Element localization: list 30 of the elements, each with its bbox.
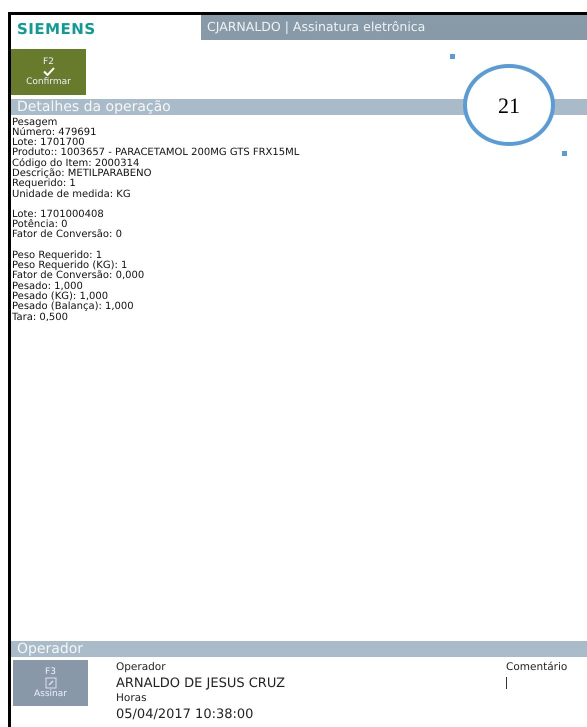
detail-line: Requerido: 1 <box>11 179 76 190</box>
field-value: ARNALDO DE JESUS CRUZ <box>116 676 286 691</box>
confirm-button[interactable]: F2 Confirmar <box>11 48 86 94</box>
detail-line: Código do Item: 2000314 <box>11 158 140 169</box>
detail-line: Descrição: METILPARABENO <box>11 168 152 179</box>
detail-line: Produto:: 1003657 - PARACETAMOL 200MG GTS FRX15ML <box>11 148 300 158</box>
checkmark-icon <box>42 66 54 76</box>
field-value: 05/04/2017 10:38:00 <box>116 706 254 722</box>
detail-line: Número: 479691 <box>11 128 98 138</box>
field-label: Horas <box>116 690 148 706</box>
detail-line: Peso Requerido (KG): 1 <box>11 261 128 272</box>
detail-line: Lote: 1701000408 <box>11 210 105 220</box>
detail-line: Peso Requerido: 1 <box>11 250 102 261</box>
detail-line: Potência: 0 <box>11 220 68 230</box>
sign-button[interactable]: F3 Assinar <box>13 660 88 706</box>
sign-icon <box>44 677 56 689</box>
detail-line: Pesado (KG): 1,000 <box>11 292 108 302</box>
field-label: Comentário <box>506 660 568 675</box>
window-title: CJARNALDO | Assinatura eletrônica <box>201 15 587 40</box>
detail-line: Lote: 1701700 <box>11 138 85 148</box>
detail-line: Pesado: 1,000 <box>11 282 83 292</box>
section-header: Operador <box>11 641 587 657</box>
field-label: Operador <box>116 660 167 675</box>
detail-line: Pesagem <box>11 118 58 128</box>
detail-line: Fator de Conversão: 0,000 <box>11 271 146 282</box>
detail-line: Fator de Conversão: 0 <box>11 230 123 241</box>
detail-line: Tara: 0,500 <box>11 312 69 323</box>
detail-line: Pesado (Balança): 1,000 <box>11 302 135 312</box>
logo: SIEMENS <box>16 19 97 40</box>
detail-line: Unidade de medida: KG <box>11 190 132 200</box>
